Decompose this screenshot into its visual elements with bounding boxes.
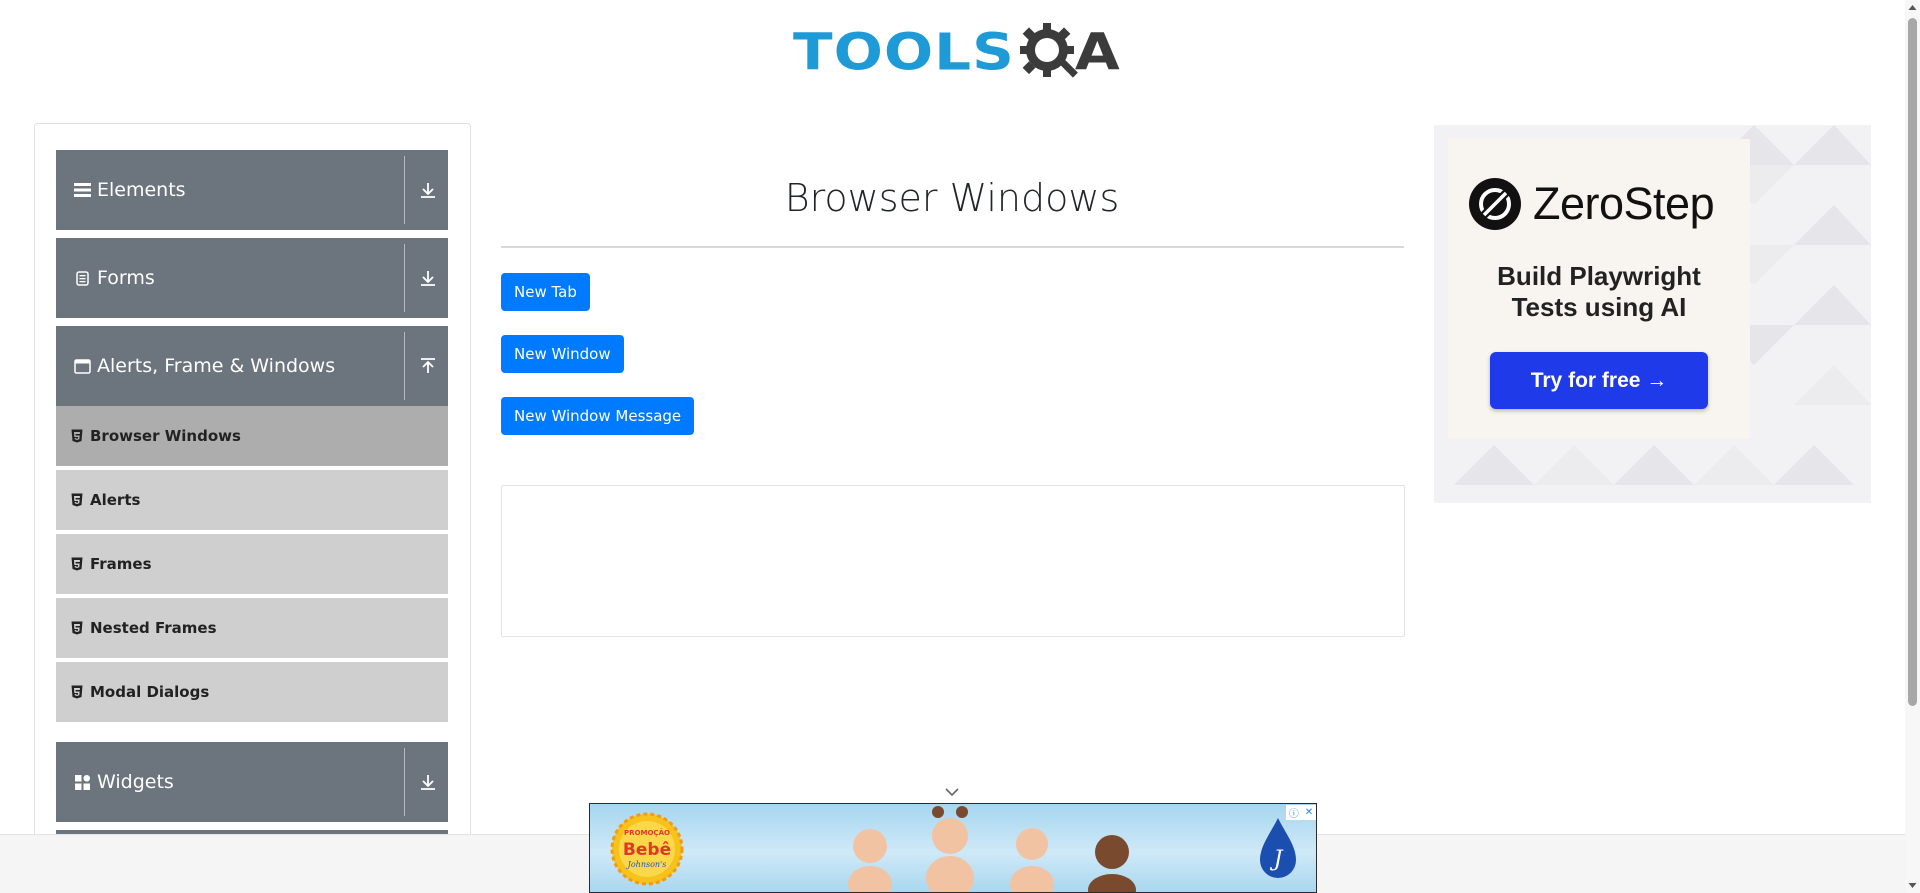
promo-badge: PROMOÇÃO Bebê Johnson's xyxy=(610,812,684,886)
html5-icon xyxy=(71,429,83,443)
johnsons-drop-logo: J xyxy=(1260,818,1296,878)
gear-magnifier-icon xyxy=(1019,23,1078,78)
babies-image xyxy=(848,806,1136,892)
arrow-up-icon[interactable] xyxy=(418,356,438,376)
zerostep-logo: ZeroStep xyxy=(1468,177,1715,231)
group-alerts-frame-windows[interactable]: Alerts, Frame & Windows xyxy=(56,326,448,406)
new-tab-button[interactable]: New Tab xyxy=(501,273,590,311)
ad-tagline-line2: Tests using AI xyxy=(1511,292,1687,322)
window-icon xyxy=(74,358,91,375)
html5-icon xyxy=(71,557,83,571)
ad-brand-name: ZeroStep xyxy=(1533,178,1715,229)
group-divider xyxy=(404,748,405,816)
group-forms[interactable]: Forms xyxy=(56,238,448,318)
badge-main-text: Bebê xyxy=(623,840,671,860)
new-window-message-button[interactable]: New Window Message xyxy=(501,397,695,435)
sidebar-item-label: Browser Windows xyxy=(90,427,241,445)
group-divider xyxy=(404,156,405,224)
html5-icon xyxy=(71,493,83,507)
adchoices[interactable]: ⓘ ✕ xyxy=(1286,805,1316,820)
sidebar-item-modal-dialogs[interactable]: Modal Dialogs xyxy=(56,662,448,724)
sidebar-item-label: Frames xyxy=(90,555,152,573)
badge-top-text: PROMOÇÃO xyxy=(624,828,670,837)
group-elements[interactable]: Elements xyxy=(56,150,448,230)
sidebar-item-frames[interactable]: Frames xyxy=(56,534,448,596)
logo-text-tools: TOOLS xyxy=(793,22,1015,82)
widgets-icon xyxy=(74,774,91,791)
sidebar-item-nested-frames[interactable]: Nested Frames xyxy=(56,598,448,660)
group-divider xyxy=(404,332,405,400)
ad-placeholder-box xyxy=(501,485,1405,637)
bottom-banner-ad[interactable]: PROMOÇÃO Bebê Johnson's J ⓘ ✕ xyxy=(589,803,1317,893)
title-divider xyxy=(501,246,1404,248)
sidebar-item-label: Modal Dialogs xyxy=(90,683,210,701)
sidebar-item-label: Nested Frames xyxy=(90,619,217,637)
badge-brand-text: Johnson's xyxy=(626,860,667,869)
ad-tagline: Build Playwright Tests using AI xyxy=(1448,261,1750,323)
page-title: Browser Windows xyxy=(784,176,1120,220)
site-logo[interactable]: TOOLS A xyxy=(793,14,1120,90)
sidebar-item-browser-windows[interactable]: Browser Windows xyxy=(56,406,448,468)
html5-icon xyxy=(71,685,83,699)
zerostep-ad[interactable]: ZeroStep Build Playwright Tests using AI… xyxy=(1434,125,1871,503)
info-icon[interactable]: ⓘ xyxy=(1289,805,1299,820)
html5-icon xyxy=(71,621,83,635)
chevron-down-icon[interactable] xyxy=(943,786,961,798)
left-panel: Elements Forms Alerts, Frame & Windows B… xyxy=(34,123,471,893)
zerostep-logo-icon xyxy=(1469,178,1521,230)
scrollbar-thumb[interactable] xyxy=(1908,18,1917,706)
scroll-down-arrow-icon[interactable] xyxy=(1905,877,1920,893)
group-label: Forms xyxy=(97,267,155,289)
try-for-free-button[interactable]: Try for free → xyxy=(1490,352,1708,409)
new-window-button[interactable]: New Window xyxy=(501,335,624,373)
arrow-down-icon[interactable] xyxy=(418,268,438,288)
logo-text-a: A xyxy=(1074,22,1120,82)
group-label: Widgets xyxy=(97,771,174,793)
list-icon xyxy=(74,182,91,199)
ad-tagline-line1: Build Playwright xyxy=(1497,261,1701,291)
sidebar-item-label: Alerts xyxy=(90,491,141,509)
group-label: Alerts, Frame & Windows xyxy=(97,355,336,377)
scroll-up-arrow-icon[interactable] xyxy=(1905,0,1920,16)
group-label: Elements xyxy=(97,179,186,201)
group-widgets[interactable]: Widgets xyxy=(56,742,448,822)
arrow-down-icon[interactable] xyxy=(418,772,438,792)
group-divider xyxy=(404,244,405,312)
close-icon[interactable]: ✕ xyxy=(1305,807,1313,818)
sidebar-item-alerts[interactable]: Alerts xyxy=(56,470,448,532)
form-icon xyxy=(74,270,91,287)
arrow-down-icon[interactable] xyxy=(418,180,438,200)
